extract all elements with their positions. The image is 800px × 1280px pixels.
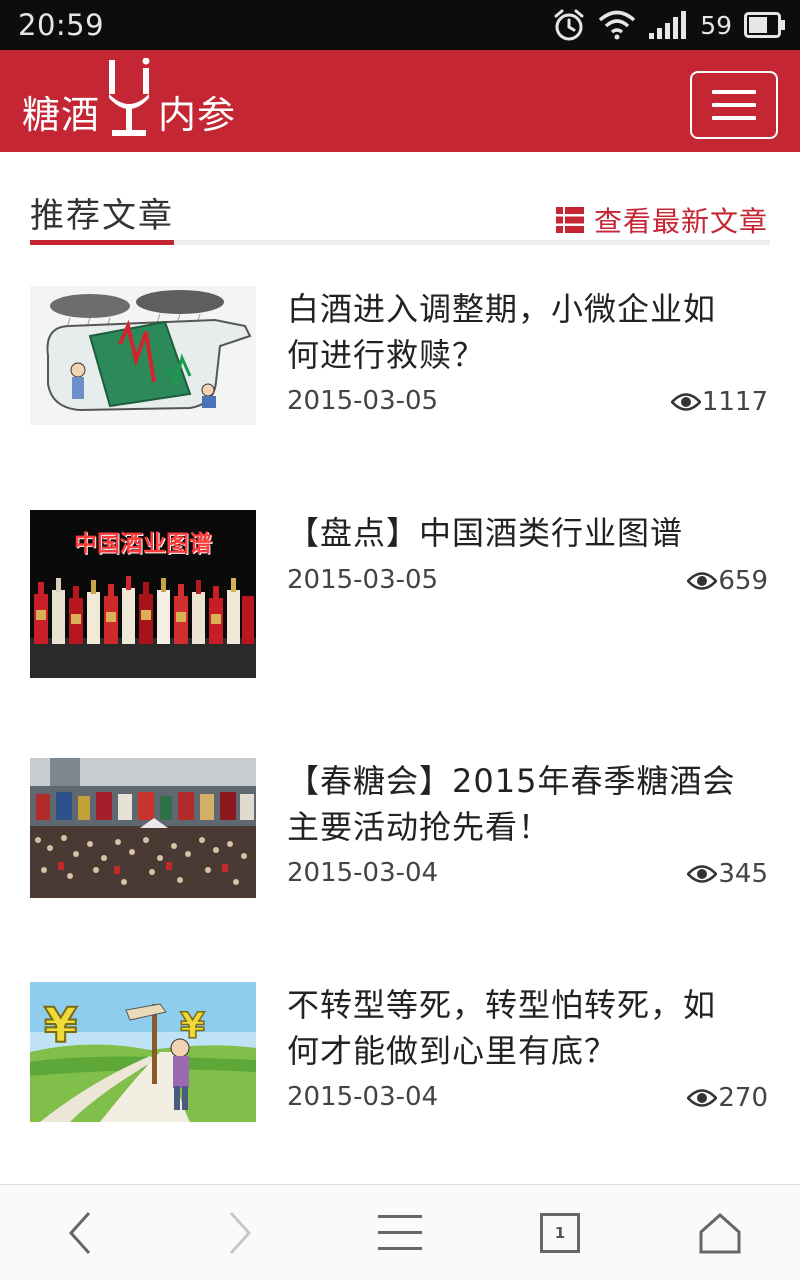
view-count: 659 [718, 566, 768, 596]
article-date: 2015-03-04 [287, 1082, 439, 1112]
article-views: 659 [687, 566, 768, 596]
article-item[interactable]: 中国酒业图谱 【盘点】中国酒类行业图谱 2015-03-05 659 [30, 510, 770, 680]
logo-text-right: 内参 [158, 93, 237, 137]
liquor-bottles-illustration-icon [30, 576, 256, 678]
eye-icon [687, 865, 718, 883]
article-date: 2015-03-05 [287, 386, 439, 416]
bottle-storm-illustration-icon [30, 286, 256, 425]
app-header: 糖酒 内参 [0, 50, 800, 152]
forward-button[interactable] [210, 1203, 270, 1263]
article-date: 2015-03-05 [287, 565, 439, 595]
signal-icon [649, 11, 687, 39]
wine-glass-logo-icon [109, 58, 150, 136]
article-thumbnail[interactable]: 中国酒业图谱 [30, 510, 256, 678]
site-logo[interactable]: 糖酒 内参 [22, 58, 237, 144]
article-title-line: 何才能做到心里有底？ [287, 1032, 618, 1070]
expo-crowd-photo-icon [30, 758, 256, 898]
article-item[interactable]: 【春糖会】2015年春季糖酒会 主要活动抢先看！ 2015-03-04 345 [30, 758, 770, 928]
home-button[interactable] [690, 1203, 750, 1263]
hamburger-menu-button[interactable] [690, 71, 778, 139]
eye-icon [687, 1089, 718, 1107]
article-title-line: 白酒进入调整期，小微企业如 [287, 290, 717, 328]
article-title[interactable]: 不转型等死，转型怕转死，如 何才能做到心里有底？ [287, 982, 767, 1074]
article-title-line: 不转型等死，转型怕转死，如 [287, 986, 717, 1024]
article-item[interactable]: 白酒进入调整期，小微企业如 何进行救赎？ 2015-03-05 1117 [30, 286, 770, 456]
menu-bar-icon [712, 90, 756, 94]
tab-count: 1 [554, 1224, 566, 1242]
article-title-line: 【春糖会】2015年春季糖酒会 [287, 762, 736, 800]
list-icon [555, 207, 584, 233]
wifi-icon [599, 10, 636, 40]
section-title: 推荐文章 [30, 196, 174, 236]
svg-text:¥: ¥ [44, 998, 77, 1054]
article-item[interactable]: ¥ ¥ 不转型等死，转型怕转死，如 何才能做到心里有底？ 2015-03-04 … [30, 982, 770, 1152]
view-latest-label: 查看最新文章 [593, 205, 768, 238]
section-active-indicator [30, 240, 174, 245]
logo-text-left: 糖酒 [22, 93, 101, 137]
article-thumbnail[interactable] [30, 286, 256, 425]
article-title[interactable]: 【春糖会】2015年春季糖酒会 主要活动抢先看！ [287, 758, 767, 850]
article-views: 1117 [670, 387, 768, 417]
crossroads-cartoon-icon: ¥ ¥ [30, 982, 256, 1122]
back-icon [68, 1211, 91, 1255]
article-thumbnail[interactable]: ¥ ¥ [30, 982, 256, 1122]
tabs-button[interactable]: 1 [530, 1203, 590, 1263]
article-views: 345 [687, 859, 768, 889]
article-title-line: 何进行救赎？ [287, 336, 486, 374]
eye-icon [687, 572, 718, 590]
menu-bar-icon [712, 103, 756, 107]
menu-bar-icon [712, 116, 756, 120]
status-icons: 59 [552, 8, 786, 42]
home-icon [699, 1212, 741, 1254]
browser-bottom-bar: 1 [0, 1184, 800, 1280]
back-button[interactable] [50, 1203, 110, 1263]
recommended-section-header: 推荐文章 查看最新文章 [30, 152, 770, 247]
eye-icon [670, 393, 701, 411]
forward-icon [229, 1211, 252, 1255]
article-thumbnail[interactable] [30, 758, 256, 898]
view-latest-articles-link[interactable]: 查看最新文章 [555, 200, 768, 240]
menu-icon [378, 1215, 422, 1250]
article-title-line: 主要活动抢先看！ [287, 808, 552, 846]
view-count: 270 [718, 1083, 768, 1113]
article-title[interactable]: 【盘点】中国酒类行业图谱 [287, 510, 767, 556]
article-date: 2015-03-04 [287, 858, 439, 888]
view-count: 345 [718, 859, 768, 889]
alarm-icon [554, 9, 584, 41]
battery-level: 59 [700, 10, 732, 40]
browser-menu-button[interactable] [370, 1203, 430, 1263]
status-time: 20:59 [18, 8, 105, 42]
article-views: 270 [687, 1083, 768, 1113]
article-title-line: 【盘点】中国酒类行业图谱 [287, 514, 684, 552]
article-title[interactable]: 白酒进入调整期，小微企业如 何进行救赎？ [287, 286, 767, 378]
battery-icon [744, 12, 785, 38]
status-bar: 20:59 59 [0, 0, 800, 50]
view-count: 1117 [701, 387, 768, 417]
